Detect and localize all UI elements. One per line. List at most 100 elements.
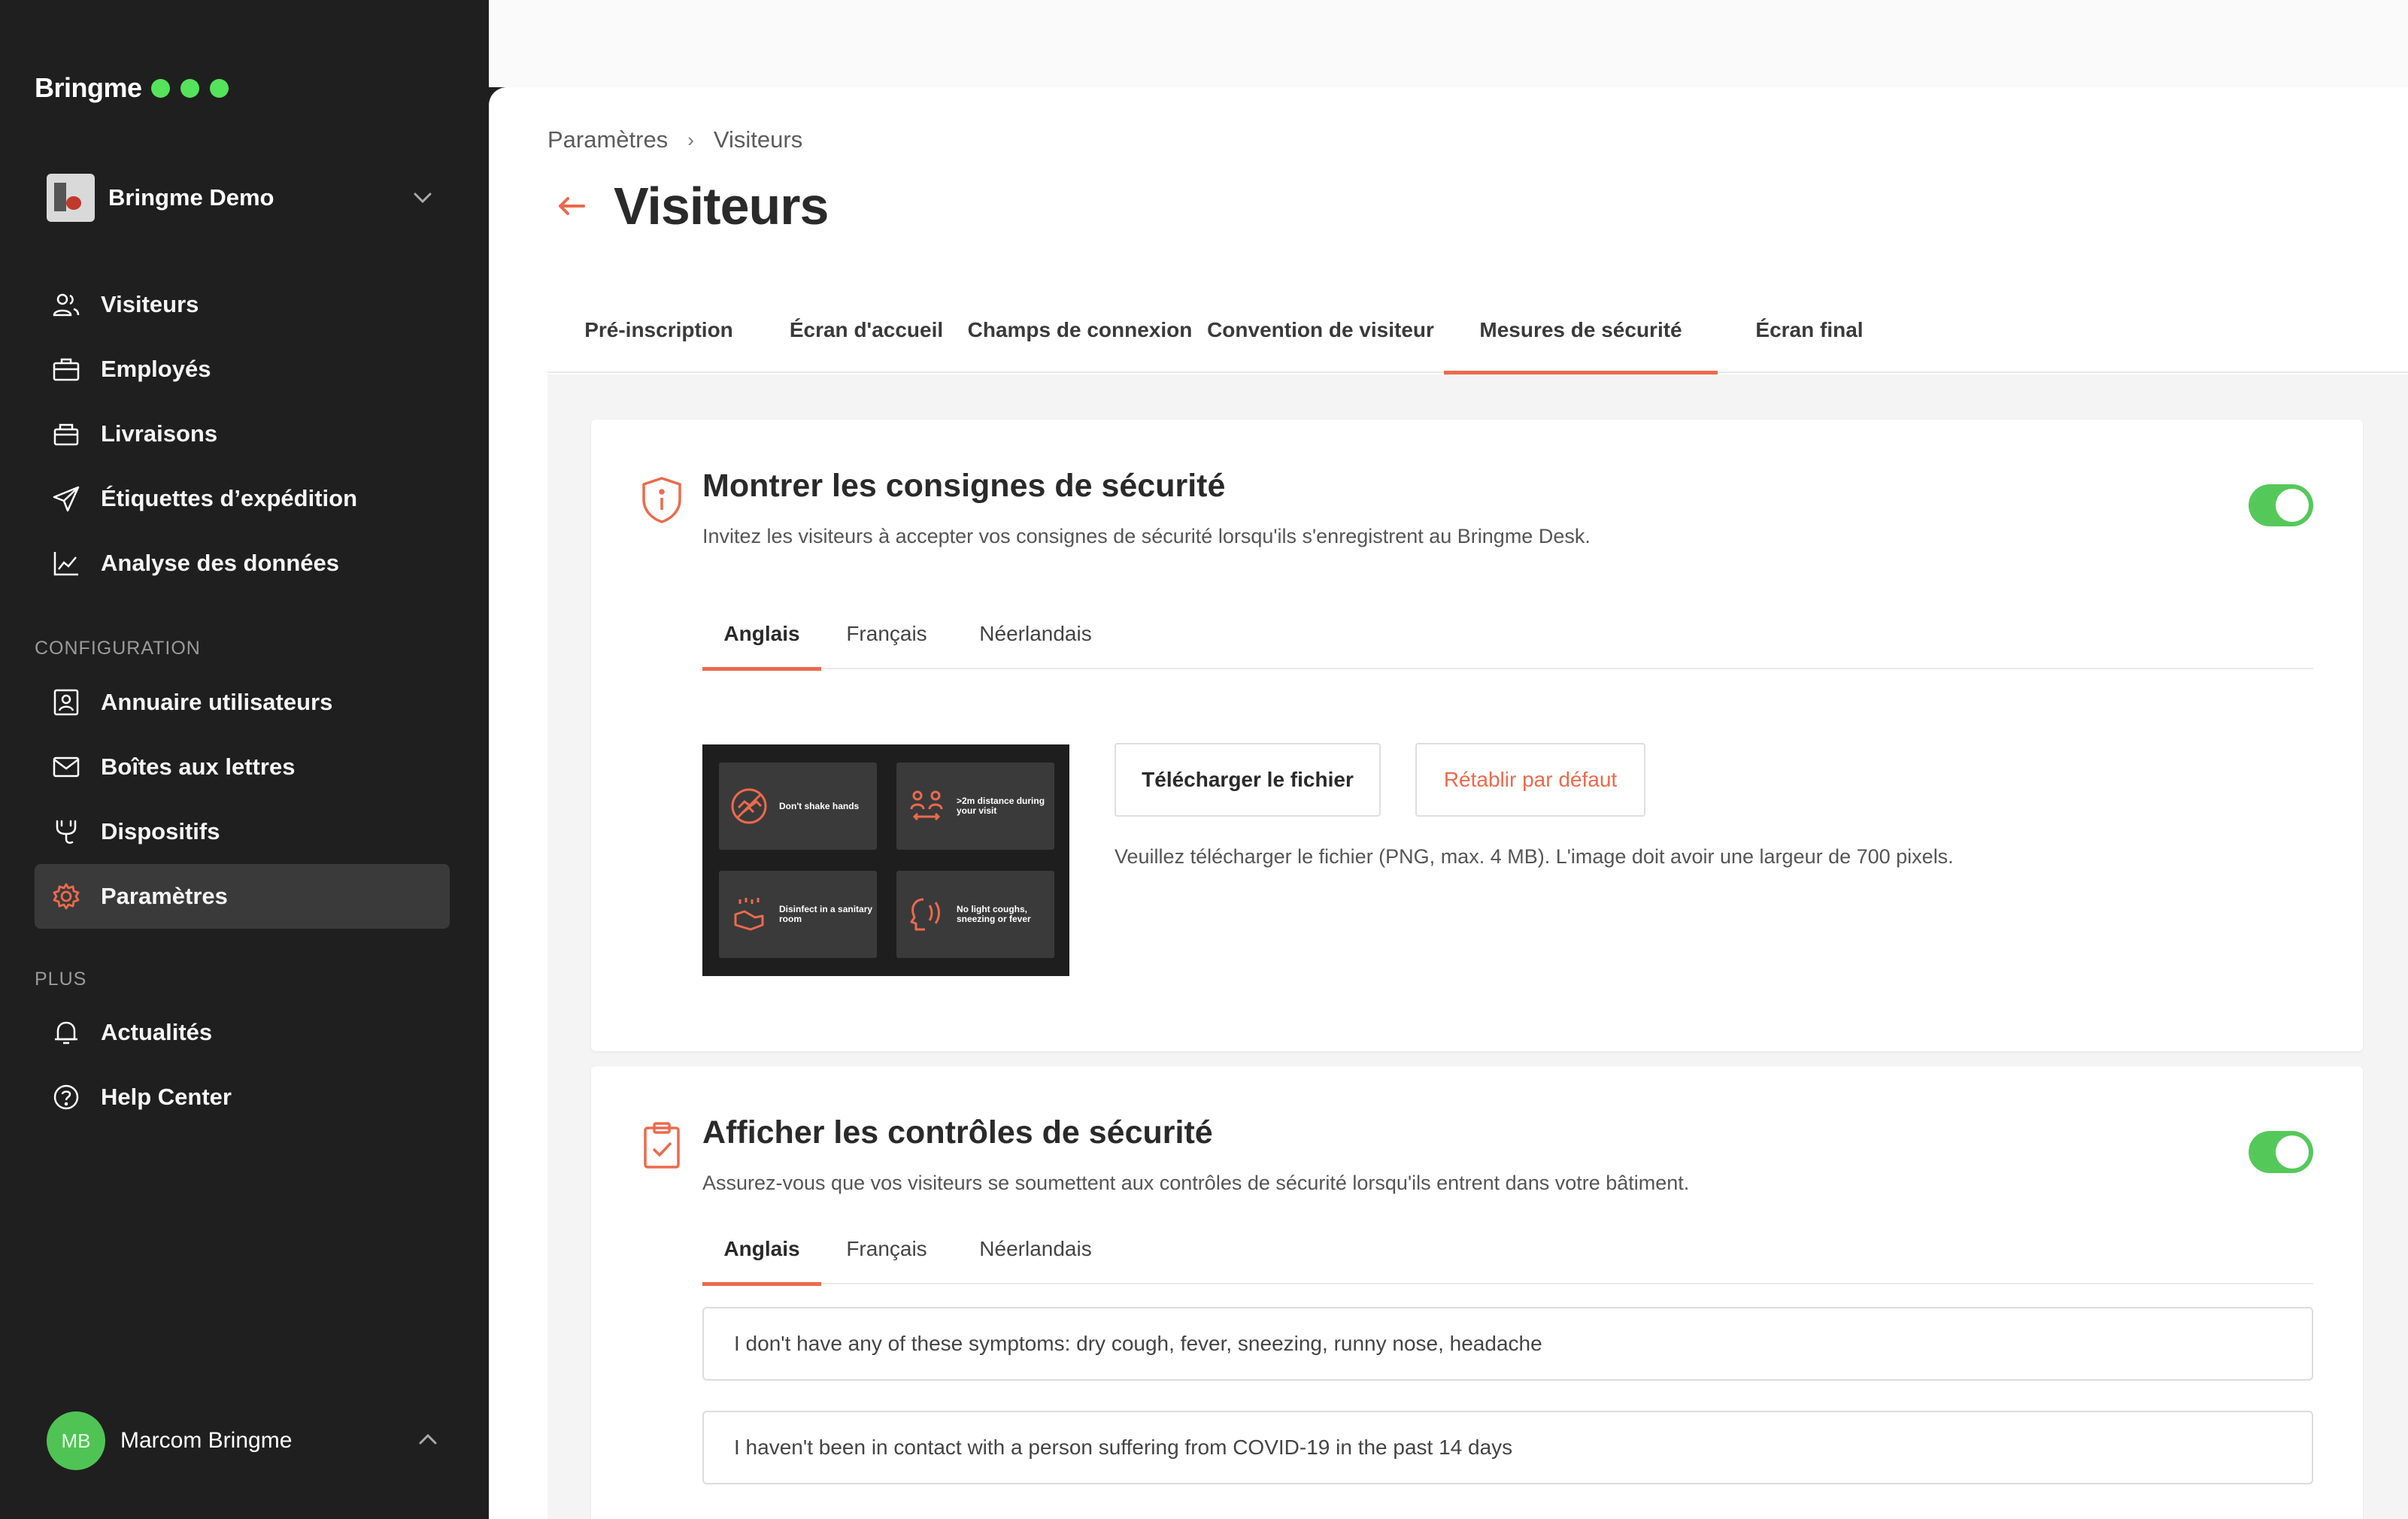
no-handshake-icon	[729, 787, 769, 826]
upload-hint: Veuillez télécharger le fichier (PNG, ma…	[1115, 845, 1954, 868]
logo-text: Bringme	[35, 72, 142, 103]
sidebar-item-parametres[interactable]: Paramètres	[35, 864, 450, 929]
sidebar-item-annuaire[interactable]: Annuaire utilisateurs	[35, 670, 450, 735]
page-title: Visiteurs	[614, 177, 829, 235]
distance-icon	[907, 787, 946, 826]
tab-convention[interactable]: Convention de visiteur	[1197, 287, 1444, 373]
safety-question-field[interactable]: I haven't been in contact with a person …	[702, 1411, 2313, 1484]
clipboard-check-icon	[641, 1120, 683, 1170]
sidebar-item-label: Actualités	[101, 1019, 213, 1045]
mail-icon	[48, 749, 84, 785]
sidebar-item-label: Étiquettes d’expédition	[101, 485, 358, 511]
main-panel: Paramètres › Visiteurs Visiteurs Pré-ins…	[489, 87, 2408, 1519]
sidebar-item-help-center[interactable]: Help Center	[35, 1065, 450, 1129]
preview-item-text: No light coughs, sneezing or fever	[957, 904, 1031, 924]
language-tabs: Anglais Français Néerlandais	[702, 1214, 2313, 1286]
sidebar-item-employes[interactable]: Employés	[35, 337, 450, 402]
card-description: Invitez les visiteurs à accepter vos con…	[702, 525, 1591, 547]
chevron-down-icon	[408, 183, 438, 213]
plus-nav: Actualités Help Center	[35, 1000, 450, 1129]
breadcrumb-parent[interactable]: Paramètres	[547, 126, 668, 153]
tab-anglais[interactable]: Anglais	[702, 1214, 821, 1286]
chevron-right-icon: ›	[687, 128, 694, 151]
sidebar-item-label: Paramètres	[101, 883, 228, 909]
tab-ecran-accueil[interactable]: Écran d'accueil	[770, 287, 963, 373]
gear-icon	[48, 878, 84, 914]
users-icon	[48, 287, 84, 323]
logo[interactable]: Bringme	[35, 72, 239, 104]
logo-dots	[150, 78, 239, 98]
sidebar-item-analyse[interactable]: Analyse des données	[35, 531, 450, 596]
tab-mesures-securite[interactable]: Mesures de sécurité	[1444, 287, 1718, 374]
sidebar: Bringme Bringme Demo Visiteurs Employés …	[0, 0, 489, 1519]
shield-info-icon	[641, 475, 683, 525]
user-menu[interactable]: MB Marcom Bringme	[47, 1411, 438, 1471]
safety-question-field[interactable]: I don't have any of these symptoms: dry …	[702, 1307, 2313, 1381]
preview-item: No light coughs, sneezing or fever	[896, 871, 1054, 958]
tab-ecran-final[interactable]: Écran final	[1718, 287, 1901, 373]
org-name: Bringme Demo	[108, 184, 274, 211]
sidebar-item-label: Boîtes aux lettres	[101, 753, 296, 780]
top-band	[489, 0, 2408, 87]
safety-checks-toggle[interactable]	[2249, 1131, 2313, 1173]
preview-item-text: Disinfect in a sanitary room	[779, 904, 873, 924]
cough-icon	[907, 895, 946, 934]
tab-francais[interactable]: Français	[821, 599, 952, 669]
breadcrumb: Paramètres › Visiteurs	[547, 126, 802, 153]
preview-item: Disinfect in a sanitary room	[719, 871, 877, 958]
tab-champs-connexion[interactable]: Champs de connexion	[963, 287, 1197, 373]
avatar: MB	[47, 1411, 105, 1470]
tab-pre-inscription[interactable]: Pré-inscription	[547, 287, 770, 373]
main-nav: Visiteurs Employés Livraisons Étiquettes…	[35, 272, 450, 596]
upload-file-button[interactable]: Télécharger le fichier	[1115, 743, 1381, 817]
user-name: Marcom Bringme	[120, 1428, 293, 1453]
safety-instructions-card: Montrer les consignes de sécurité Invite…	[591, 420, 2363, 1051]
tab-francais[interactable]: Français	[821, 1214, 952, 1284]
card-description: Assurez-vous que vos visiteurs se soumet…	[702, 1172, 1690, 1194]
chevron-up-icon	[418, 1433, 438, 1449]
sidebar-item-etiquettes[interactable]: Étiquettes d’expédition	[35, 466, 450, 531]
safety-instructions-toggle[interactable]	[2249, 484, 2313, 526]
sidebar-item-livraisons[interactable]: Livraisons	[35, 402, 450, 466]
handwash-icon	[729, 895, 769, 934]
plug-icon	[48, 814, 84, 850]
sidebar-item-dispositifs[interactable]: Dispositifs	[35, 799, 450, 864]
sidebar-item-label: Annuaire utilisateurs	[101, 689, 333, 715]
org-switcher[interactable]: Bringme Demo	[47, 173, 438, 223]
sidebar-item-label: Help Center	[101, 1084, 232, 1110]
org-avatar	[47, 174, 95, 222]
chart-icon	[48, 545, 84, 581]
package-icon	[48, 416, 84, 452]
nav-section-plus: PLUS	[35, 969, 87, 990]
send-icon	[48, 481, 84, 517]
sidebar-item-label: Livraisons	[101, 420, 218, 447]
back-arrow-icon[interactable]	[555, 189, 588, 223]
config-nav: Annuaire utilisateurs Boîtes aux lettres…	[35, 670, 450, 929]
tab-anglais[interactable]: Anglais	[702, 599, 821, 671]
card-title: Afficher les contrôles de sécurité	[702, 1114, 1213, 1151]
language-tabs: Anglais Français Néerlandais	[702, 599, 2313, 671]
sidebar-item-label: Analyse des données	[101, 550, 340, 576]
bell-icon	[48, 1014, 84, 1051]
nav-section-configuration: CONFIGURATION	[35, 638, 201, 659]
settings-tabs: Pré-inscription Écran d'accueil Champs d…	[547, 287, 2408, 374]
preview-item-text: Don't shake hands	[779, 800, 860, 811]
tab-neerlandais[interactable]: Néerlandais	[952, 1214, 1119, 1284]
sidebar-item-boites[interactable]: Boîtes aux lettres	[35, 735, 450, 799]
preview-item-text: >2m distance during your visit	[957, 796, 1045, 816]
sidebar-item-label: Dispositifs	[101, 818, 220, 844]
sidebar-item-visiteurs[interactable]: Visiteurs	[35, 272, 450, 337]
briefcase-icon	[48, 351, 84, 387]
safety-checks-card: Afficher les contrôles de sécurité Assur…	[591, 1066, 2363, 1519]
sidebar-item-label: Visiteurs	[101, 291, 199, 317]
sidebar-item-actualites[interactable]: Actualités	[35, 1000, 450, 1065]
title-row: Visiteurs	[555, 176, 829, 236]
card-title: Montrer les consignes de sécurité	[702, 468, 1226, 504]
preview-item: Don't shake hands	[719, 763, 877, 850]
breadcrumb-current: Visiteurs	[713, 126, 803, 153]
help-icon	[48, 1079, 84, 1115]
tab-neerlandais[interactable]: Néerlandais	[952, 599, 1119, 669]
reset-default-button[interactable]: Rétablir par défaut	[1415, 743, 1645, 817]
preview-item: >2m distance during your visit	[896, 763, 1054, 850]
sidebar-item-label: Employés	[101, 356, 211, 382]
